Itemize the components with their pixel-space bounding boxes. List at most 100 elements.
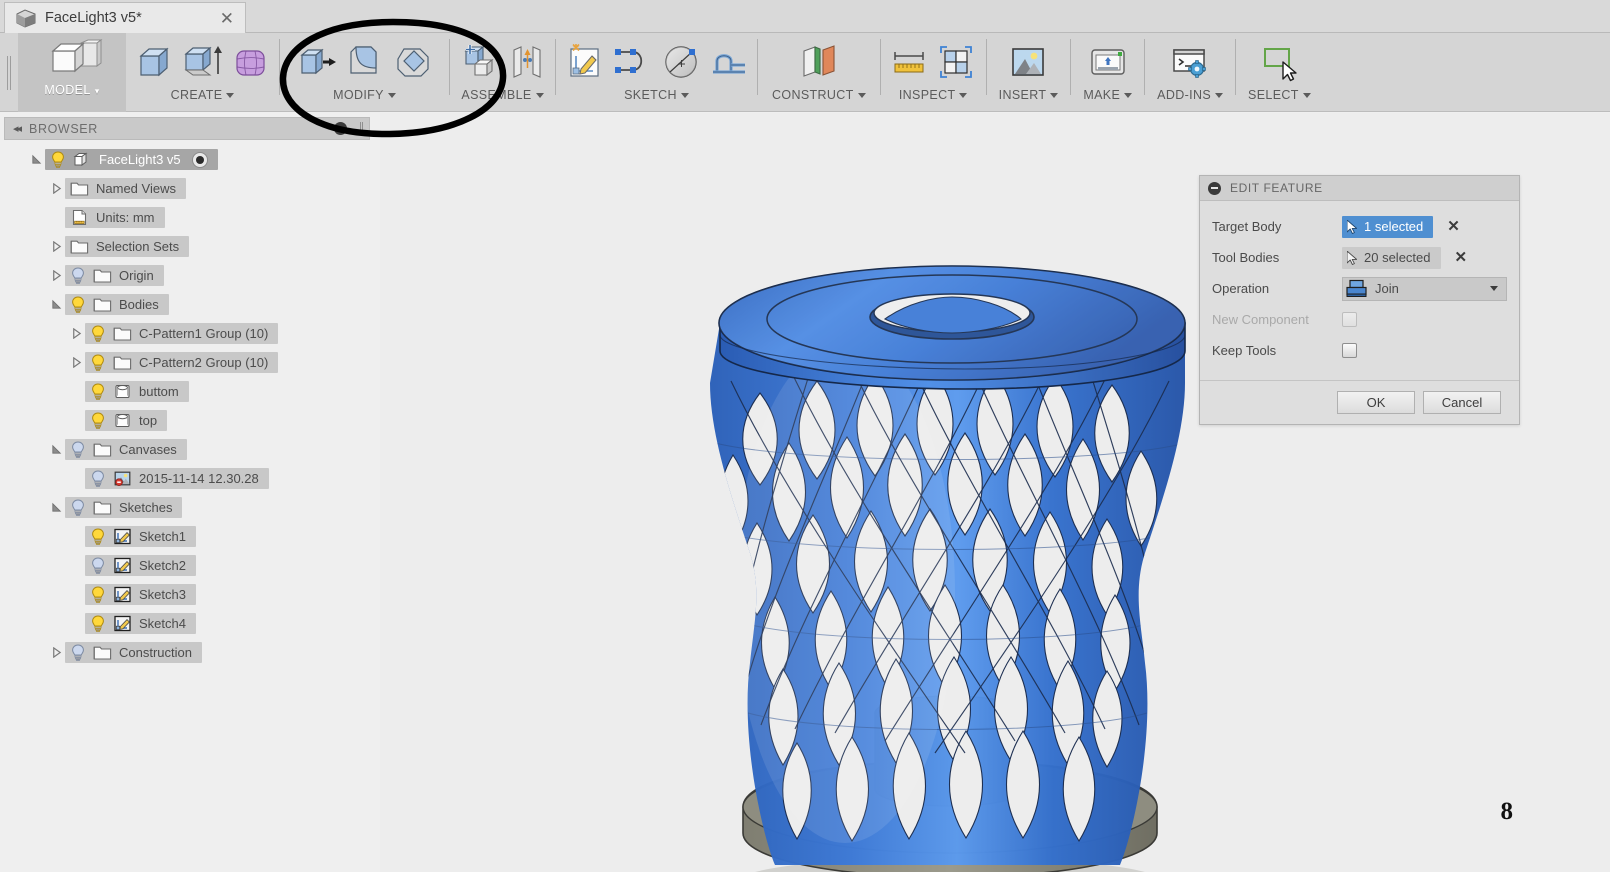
panel-create-label[interactable]: CREATE — [171, 88, 235, 102]
expand-arrow-icon[interactable] — [48, 264, 65, 287]
tree-item[interactable]: Origin — [0, 264, 380, 287]
resize-grip-icon[interactable] — [360, 122, 363, 135]
tree-item[interactable]: Units: mm — [0, 206, 380, 229]
tree-item-body[interactable]: 2015-11-14 12.30.28 — [85, 468, 269, 489]
panel-sketch-label[interactable]: SKETCH — [624, 88, 689, 102]
operation-dropdown[interactable]: Join — [1342, 276, 1507, 301]
minimize-icon[interactable] — [1208, 181, 1221, 195]
workspace-switch-model[interactable]: MODEL ▾ — [18, 33, 126, 112]
visibility-bulb-icon[interactable] — [90, 586, 106, 603]
tree-item-body[interactable]: Sketch4 — [85, 613, 196, 634]
tree-item[interactable]: buttom — [0, 380, 380, 403]
visibility-bulb-icon[interactable] — [70, 644, 86, 661]
tree-item[interactable]: Sketch3 — [0, 583, 380, 606]
tree-item-body[interactable]: Sketch2 — [85, 555, 196, 576]
insert-image-icon[interactable] — [1006, 40, 1051, 85]
tree-item-body[interactable]: top — [85, 410, 168, 431]
tree-item[interactable]: FaceLight3 v5 — [0, 148, 380, 171]
cancel-button[interactable]: Cancel — [1423, 391, 1501, 414]
expand-arrow-icon[interactable] — [68, 351, 85, 374]
tree-item-body[interactable]: Origin — [65, 265, 164, 286]
tree-item-body[interactable]: Construction — [65, 642, 202, 663]
tree-item[interactable]: C-Pattern1 Group (10) — [0, 322, 380, 345]
panel-inspect-label[interactable]: INSPECT — [899, 88, 968, 102]
extrude-icon[interactable] — [180, 40, 225, 85]
tree-item[interactable]: Sketch4 — [0, 612, 380, 635]
collapse-icon[interactable]: ◂◂ — [13, 122, 22, 135]
visibility-bulb-icon[interactable] — [70, 499, 86, 516]
visibility-bulb-icon[interactable] — [90, 470, 106, 487]
tree-item[interactable]: 2015-11-14 12.30.28 — [0, 467, 380, 490]
scripts-addins-icon[interactable] — [1168, 40, 1213, 85]
visibility-bulb-icon[interactable] — [50, 151, 66, 168]
tree-item-body[interactable]: Sketch3 — [85, 584, 196, 605]
tree-item-body[interactable]: C-Pattern1 Group (10) — [85, 323, 279, 344]
keep-tools-checkbox[interactable] — [1342, 343, 1357, 358]
3d-print-icon[interactable] — [1085, 40, 1130, 85]
panel-modify-label[interactable]: MODIFY — [333, 88, 396, 102]
new-component-icon[interactable] — [132, 40, 177, 85]
tree-item[interactable]: Sketches — [0, 496, 380, 519]
circle-icon[interactable] — [658, 40, 703, 85]
spline-icon[interactable] — [610, 40, 655, 85]
tree-item-body[interactable]: C-Pattern2 Group (10) — [85, 352, 279, 373]
press-pull-icon[interactable] — [294, 40, 339, 85]
activate-component-radio[interactable] — [191, 151, 208, 168]
tree-item[interactable]: C-Pattern2 Group (10) — [0, 351, 380, 374]
create-sketch-icon[interactable] — [562, 40, 607, 85]
tree-item-body[interactable]: Canvases — [65, 439, 187, 460]
tree-item-body[interactable]: Selection Sets — [65, 236, 190, 257]
clear-target-body-icon[interactable]: ✕ — [1447, 219, 1460, 234]
dialog-titlebar[interactable]: EDIT FEATURE — [1200, 176, 1519, 201]
panel-addins-label[interactable]: ADD-INS — [1157, 88, 1224, 102]
tree-item[interactable]: Bodies — [0, 293, 380, 316]
measure-icon[interactable] — [887, 40, 932, 85]
panel-assemble-label[interactable]: ASSEMBLE — [461, 88, 544, 102]
visibility-bulb-icon[interactable] — [90, 615, 106, 632]
visibility-bulb-icon[interactable] — [70, 296, 86, 313]
joint-icon[interactable] — [504, 40, 549, 85]
panel-insert-label[interactable]: INSERT — [999, 88, 1059, 102]
tree-item[interactable]: Selection Sets — [0, 235, 380, 258]
tree-item[interactable]: top — [0, 409, 380, 432]
visibility-bulb-icon[interactable] — [70, 441, 86, 458]
tree-item-body[interactable]: Sketches — [65, 497, 183, 518]
chevron-down-icon[interactable] — [1490, 286, 1498, 291]
ok-button[interactable]: OK — [1337, 391, 1415, 414]
collapse-arrow-icon[interactable] — [48, 293, 65, 316]
visibility-bulb-icon[interactable] — [90, 325, 106, 342]
section-analysis-icon[interactable] — [935, 40, 980, 85]
tree-item[interactable]: Sketch1 — [0, 525, 380, 548]
tree-item-body[interactable]: Named Views — [65, 178, 186, 199]
expand-arrow-icon[interactable] — [48, 235, 65, 258]
panel-make-label[interactable]: MAKE — [1083, 88, 1133, 102]
tree-item[interactable]: Named Views — [0, 177, 380, 200]
clear-tool-bodies-icon[interactable]: ✕ — [1455, 250, 1468, 265]
tree-item-body[interactable]: Bodies — [65, 294, 169, 315]
extrude-profile-icon[interactable] — [706, 40, 751, 85]
minimize-icon[interactable] — [334, 122, 347, 135]
collapse-arrow-icon[interactable] — [28, 148, 45, 171]
expand-arrow-icon[interactable] — [48, 177, 65, 200]
visibility-bulb-icon[interactable] — [90, 383, 106, 400]
panel-select-label[interactable]: SELECT — [1248, 88, 1311, 102]
new-component-assemble-icon[interactable] — [456, 40, 501, 85]
visibility-bulb-icon[interactable] — [90, 412, 106, 429]
chamfer-icon[interactable] — [390, 40, 435, 85]
tree-item[interactable]: Canvases — [0, 438, 380, 461]
tree-item[interactable]: Construction — [0, 641, 380, 664]
visibility-bulb-icon[interactable] — [90, 557, 106, 574]
close-icon[interactable]: ✕ — [217, 10, 237, 27]
collapse-arrow-icon[interactable] — [48, 438, 65, 461]
visibility-bulb-icon[interactable] — [70, 267, 86, 284]
visibility-bulb-icon[interactable] — [90, 528, 106, 545]
expand-arrow-icon[interactable] — [48, 641, 65, 664]
tree-item-body[interactable]: Units: mm — [65, 207, 165, 228]
panel-construct-label[interactable]: CONSTRUCT — [772, 88, 866, 102]
fillet-icon[interactable] — [342, 40, 387, 85]
visibility-bulb-icon[interactable] — [90, 354, 106, 371]
tree-item[interactable]: Sketch2 — [0, 554, 380, 577]
select-window-icon[interactable] — [1257, 40, 1302, 85]
document-tab[interactable]: FaceLight3 v5* ✕ — [4, 2, 246, 33]
offset-plane-icon[interactable] — [793, 40, 845, 85]
